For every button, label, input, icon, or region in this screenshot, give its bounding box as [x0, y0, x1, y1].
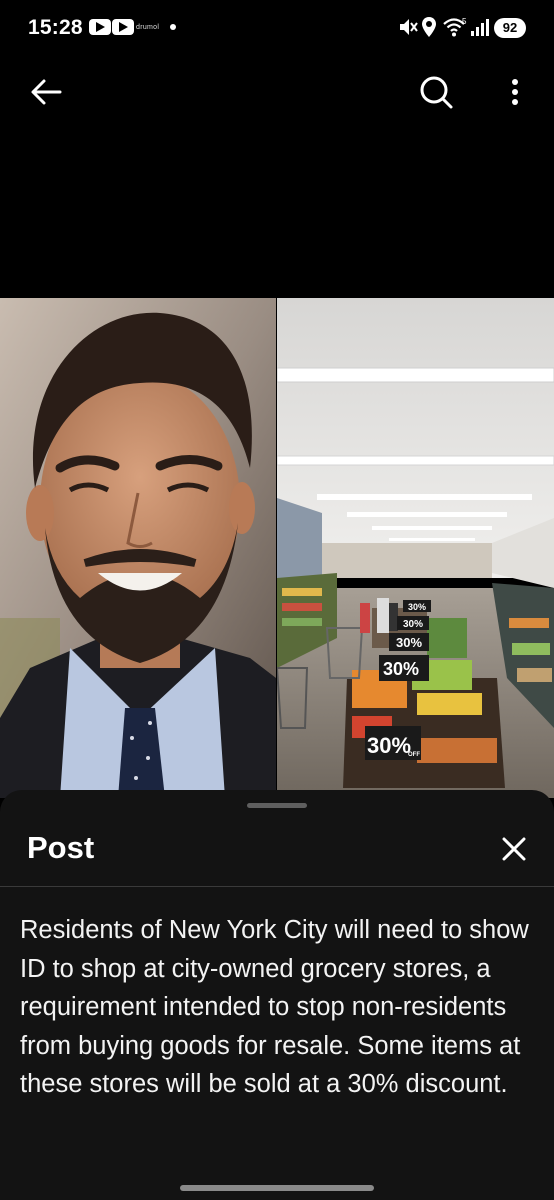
close-button[interactable] — [494, 829, 534, 869]
close-icon — [502, 837, 526, 861]
discount-sign: 30% — [403, 600, 431, 612]
svg-text:30%: 30% — [403, 619, 423, 630]
svg-text:30%: 30% — [383, 659, 419, 679]
notification-label: drumol — [136, 24, 160, 31]
back-button[interactable] — [22, 70, 70, 114]
svg-text:OFF: OFF — [408, 752, 420, 758]
discount-sign: 30% OFF — [365, 726, 421, 760]
more-vertical-icon — [512, 79, 518, 105]
discount-sign: 30% — [379, 655, 429, 681]
discount-sign: 30% — [397, 616, 429, 630]
man-portrait-photo — [0, 298, 276, 798]
location-icon — [421, 16, 437, 43]
home-indicator[interactable] — [180, 1185, 374, 1191]
svg-text:5: 5 — [462, 17, 467, 26]
mute-icon — [396, 16, 418, 43]
svg-text:30%: 30% — [367, 733, 411, 758]
arrow-left-icon — [31, 79, 62, 105]
sheet-drag-handle[interactable] — [247, 803, 307, 808]
battery-indicator: 92 — [494, 18, 526, 38]
search-icon — [420, 76, 453, 109]
divider — [0, 886, 554, 887]
youtube-icon — [89, 19, 111, 35]
sheet-title: Post — [27, 830, 95, 865]
search-button[interactable] — [413, 70, 459, 114]
discount-sign: 30% — [389, 633, 429, 651]
post-body-text: Residents of New York City will need to … — [20, 916, 529, 1099]
grocery-store-photo: 30% 30% 30% 30% 30% OFF — [277, 298, 554, 798]
svg-text:30%: 30% — [396, 635, 422, 650]
post-media[interactable]: 30% 30% 30% 30% 30% OFF — [0, 298, 554, 798]
more-options-button[interactable] — [500, 70, 530, 114]
signal-icon — [470, 16, 490, 43]
status-time: 15:28 — [28, 16, 83, 39]
svg-text:30%: 30% — [408, 602, 426, 612]
more-notifications-dot — [170, 24, 176, 30]
status-bar: 15:28 drumol 5 92 — [0, 0, 554, 58]
wifi-icon: 5 — [442, 16, 468, 43]
post-bottom-sheet: Post Residents of New York City will nee… — [0, 790, 554, 1200]
youtube-icon — [112, 19, 134, 35]
